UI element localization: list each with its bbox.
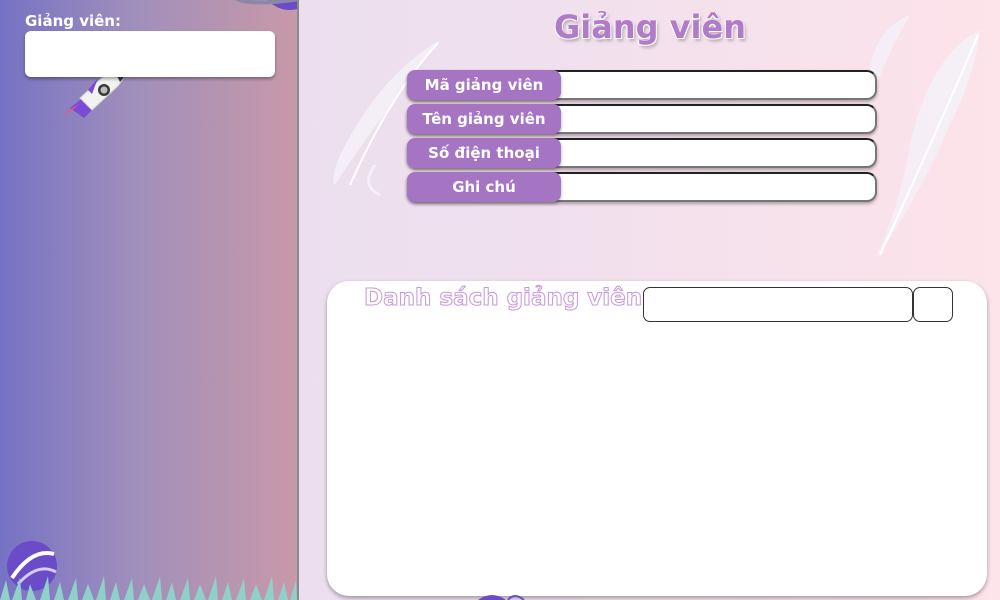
form-row-note: Ghi chú [407,172,877,202]
planet-decoration [232,0,297,10]
lecturer-list-title: Danh sách giảng viên [363,285,643,312]
phone-label: Số điện thoại [407,138,561,168]
note-label: Ghi chú [407,172,561,202]
page-title: Giảng viên [554,8,746,46]
sidebar-divider [297,0,299,600]
lecturer-id-label: Mã giảng viên [407,70,561,100]
lecturer-input[interactable] [25,31,275,77]
search-button[interactable] [913,287,953,322]
form-row-lecturer-name: Tên giảng viên [407,104,877,134]
grass-decoration [0,576,297,600]
lecturer-name-label: Tên giảng viên [407,104,561,134]
form-row-lecturer-id: Mã giảng viên [407,70,877,100]
form-row-phone: Số điện thoại [407,138,877,168]
sidebar [0,0,297,600]
planet-decoration [478,595,525,600]
sidebar-label: Giảng viên: [25,12,121,30]
search-input[interactable] [643,287,913,322]
lecturer-list-panel [327,281,987,596]
